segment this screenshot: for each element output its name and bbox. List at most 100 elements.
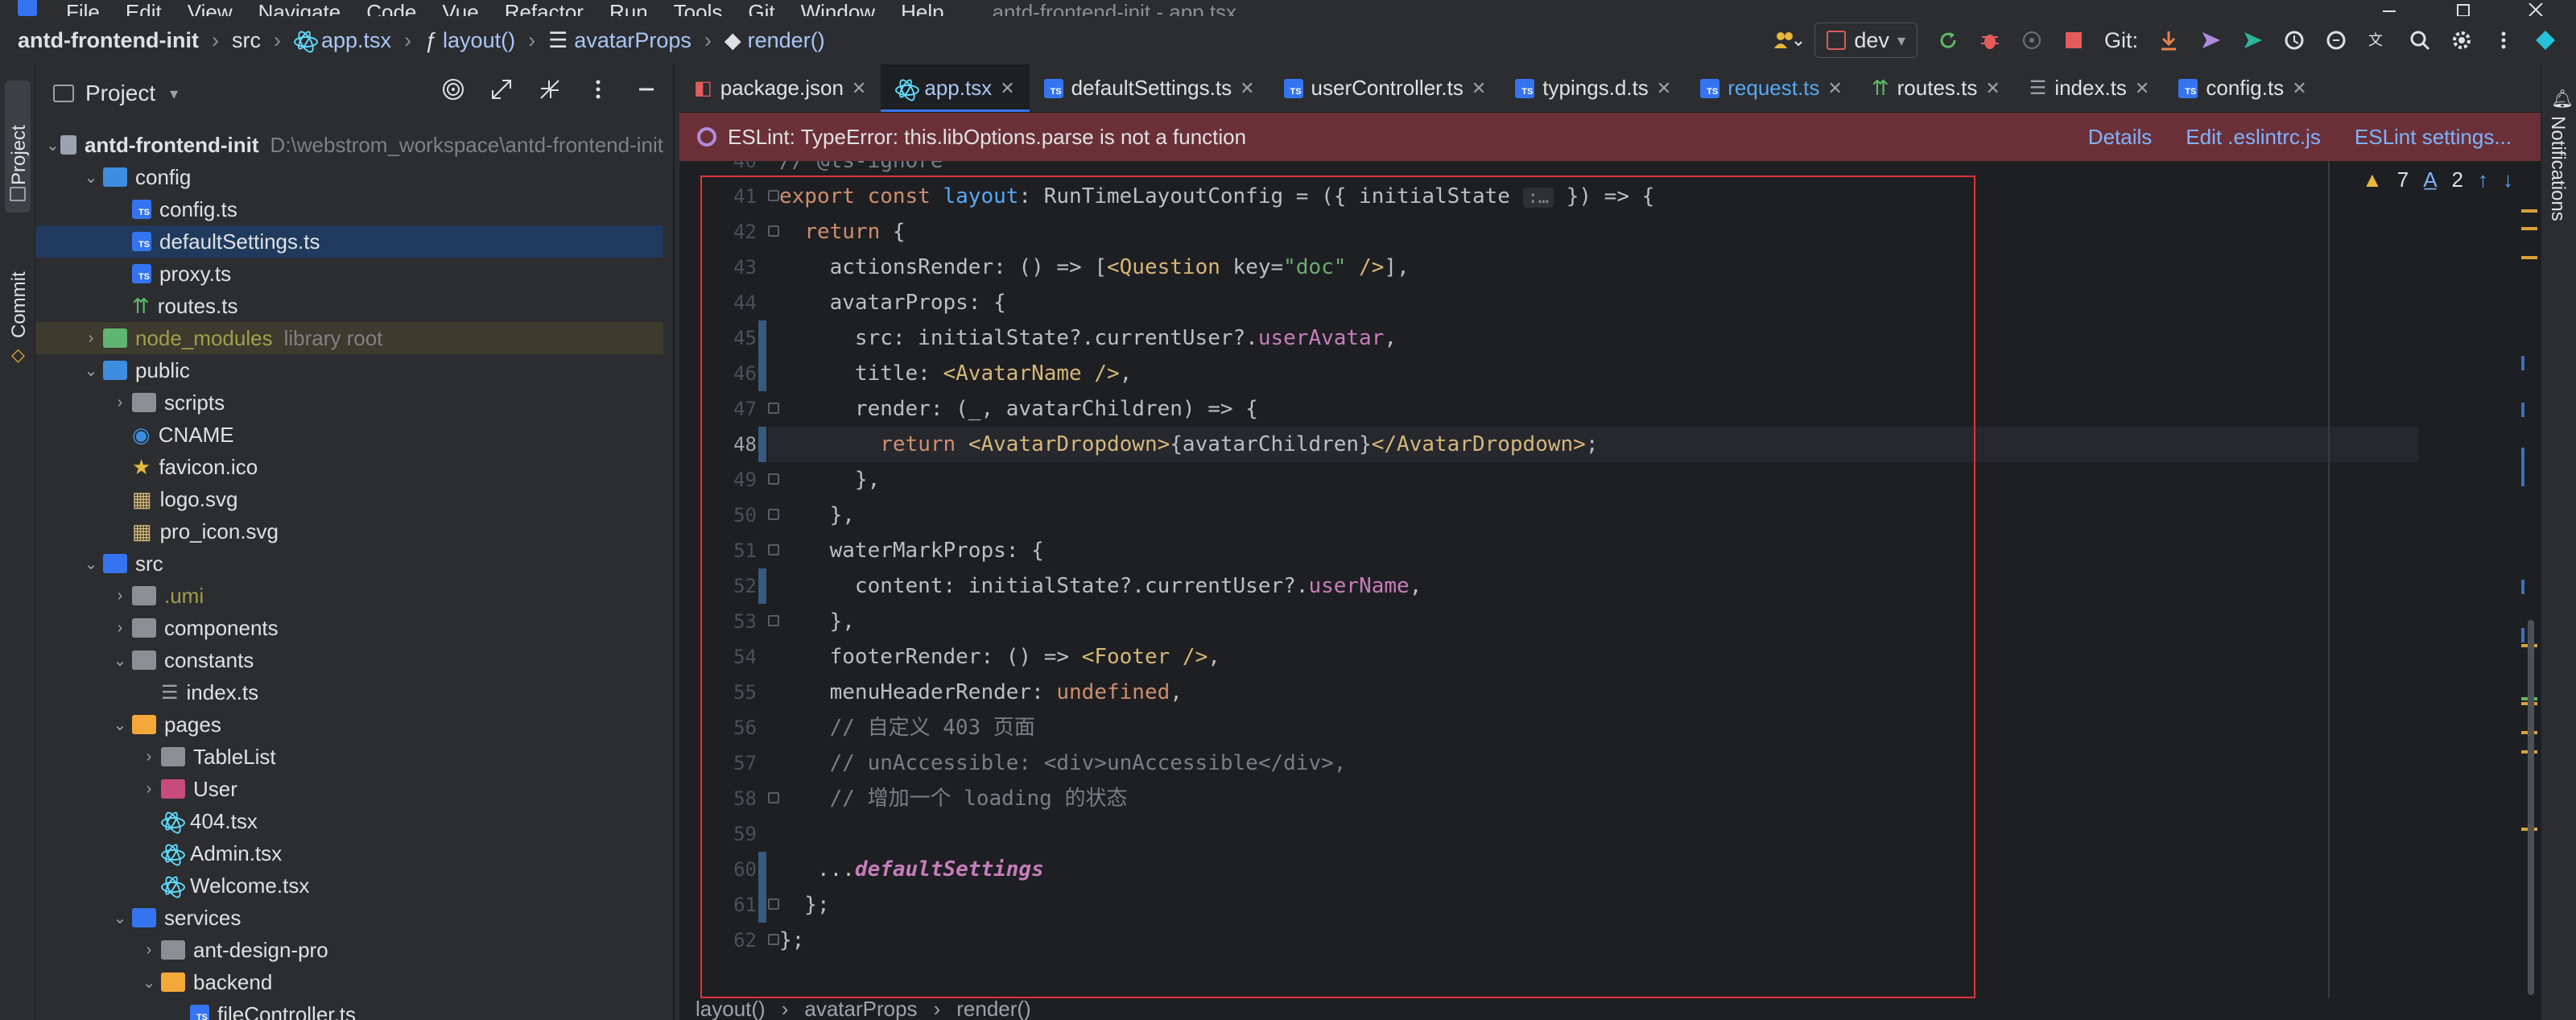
menu-vue[interactable]: Vue bbox=[442, 0, 478, 16]
menu-run[interactable]: Run bbox=[609, 0, 648, 16]
locate-file-icon[interactable] bbox=[441, 77, 465, 107]
notifications-label[interactable]: Notifications bbox=[2546, 116, 2569, 221]
search-icon[interactable] bbox=[2409, 29, 2431, 52]
nav-crumb-layout[interactable]: ƒ layout() bbox=[424, 28, 515, 53]
chevron-down-icon[interactable]: ▾ bbox=[170, 84, 178, 104]
menu-edit[interactable]: Edit bbox=[126, 0, 162, 16]
nav-crumb-src[interactable]: src bbox=[232, 28, 261, 53]
chevron-right-icon[interactable]: › bbox=[137, 748, 161, 766]
tree-item[interactable]: ⌄ pages bbox=[35, 708, 663, 741]
ai-assistant-icon[interactable] bbox=[2534, 29, 2557, 52]
editor-tab[interactable]: ◧ package.json ✕ bbox=[679, 64, 881, 112]
git-push-icon[interactable] bbox=[2241, 29, 2264, 52]
tree-item[interactable]: ⌄ antd-frontend-init D:\webstrom_workspace… bbox=[35, 129, 663, 161]
nav-crumb-avatarprops[interactable]: ☰ avatarProps bbox=[548, 28, 691, 53]
chevron-down-icon[interactable]: ⌄ bbox=[79, 361, 103, 381]
editor-tab[interactable]: TS config.ts ✕ bbox=[2164, 64, 2321, 112]
nav-crumb-render[interactable]: ◆ render() bbox=[724, 28, 825, 53]
editor-tab[interactable]: ☰ index.ts ✕ bbox=[2015, 64, 2165, 112]
close-tab-icon[interactable]: ✕ bbox=[1472, 78, 1486, 99]
hide-panel-icon[interactable] bbox=[634, 77, 658, 107]
chevron-down-icon[interactable]: ⌄ bbox=[45, 135, 61, 155]
breadcrumb-layout[interactable]: layout() bbox=[696, 998, 766, 1020]
menu-git[interactable]: Git bbox=[748, 0, 774, 16]
rerun-icon[interactable] bbox=[1937, 29, 1959, 52]
restore-button[interactable] bbox=[2447, 0, 2479, 16]
git-history-icon[interactable] bbox=[2283, 29, 2306, 52]
tree-item[interactable]: › User bbox=[35, 773, 663, 805]
chevron-right-icon[interactable]: › bbox=[108, 394, 132, 412]
breadcrumb-avatarprops[interactable]: avatarProps bbox=[804, 998, 917, 1020]
close-tab-icon[interactable]: ✕ bbox=[2292, 78, 2306, 99]
nav-project-name[interactable]: antd-frontend-init bbox=[18, 28, 199, 53]
tree-item[interactable]: ▦ pro_icon.svg bbox=[35, 515, 663, 547]
tree-item[interactable]: › ant-design-pro bbox=[35, 934, 663, 966]
editor-tab[interactable]: TS userController.ts ✕ bbox=[1269, 64, 1501, 112]
menu-file[interactable]: File bbox=[66, 0, 100, 16]
git-rollback-icon[interactable] bbox=[2325, 29, 2347, 52]
close-tab-icon[interactable]: ✕ bbox=[1827, 78, 1842, 99]
editor-tab[interactable]: TS defaultSettings.ts ✕ bbox=[1030, 64, 1269, 112]
tree-item[interactable]: 404.tsx bbox=[35, 805, 663, 837]
inspection-widget[interactable]: ▲ 7 A̲ 2 ↑ ↓ bbox=[2362, 167, 2513, 192]
menu-tools[interactable]: Tools bbox=[674, 0, 723, 16]
menu-window[interactable]: Window bbox=[801, 0, 875, 16]
project-tool-button[interactable]: Project bbox=[5, 81, 31, 213]
chevron-down-icon[interactable]: ⌄ bbox=[137, 973, 161, 993]
tree-item[interactable]: › .umi bbox=[35, 580, 663, 612]
tree-item[interactable]: › scripts bbox=[35, 386, 663, 419]
menu-navigate[interactable]: Navigate bbox=[258, 0, 341, 16]
chevron-right-icon[interactable]: › bbox=[108, 587, 132, 605]
tree-item[interactable]: › node_modules library root bbox=[35, 322, 663, 354]
stop-icon[interactable] bbox=[2062, 29, 2085, 52]
chevron-right-icon[interactable]: › bbox=[79, 329, 103, 348]
tree-item[interactable]: ⌄ backend bbox=[35, 966, 663, 998]
tree-item[interactable]: TS proxy.ts bbox=[35, 258, 663, 290]
tree-item[interactable]: › components bbox=[35, 612, 663, 644]
tree-item[interactable]: ☰ index.ts bbox=[35, 676, 663, 708]
tree-item[interactable]: ⌄ config bbox=[35, 161, 663, 193]
close-tab-icon[interactable]: ✕ bbox=[2135, 78, 2149, 99]
close-tab-icon[interactable]: ✕ bbox=[1985, 78, 2000, 99]
options-icon[interactable] bbox=[586, 77, 610, 107]
git-commit-icon[interactable] bbox=[2199, 29, 2222, 52]
close-tab-icon[interactable]: ✕ bbox=[852, 78, 866, 99]
close-tab-icon[interactable]: ✕ bbox=[1657, 78, 1671, 99]
tree-item[interactable]: ⌄ src bbox=[35, 547, 663, 580]
chevron-down-icon[interactable]: ⌄ bbox=[79, 167, 103, 188]
eslint-details-link[interactable]: Details bbox=[2088, 125, 2152, 150]
nav-crumb-app-tsx[interactable]: app.tsx bbox=[293, 28, 391, 53]
menu-view[interactable]: View bbox=[188, 0, 233, 16]
breadcrumb-render[interactable]: render() bbox=[956, 998, 1030, 1020]
tree-item[interactable]: › TableList bbox=[35, 741, 663, 773]
tree-item[interactable]: TS defaultSettings.ts bbox=[35, 225, 663, 258]
line-number[interactable]: 40 bbox=[679, 161, 757, 172]
editor-tab[interactable]: TS request.ts ✕ bbox=[1686, 64, 1857, 112]
tree-item[interactable]: TS fileController.ts bbox=[35, 998, 663, 1020]
chevron-right-icon[interactable]: › bbox=[137, 780, 161, 799]
collapse-all-icon[interactable] bbox=[538, 77, 562, 107]
tree-item[interactable]: TS config.ts bbox=[35, 193, 663, 225]
menu-help[interactable]: Help bbox=[901, 0, 943, 16]
run-config-selector[interactable]: dev ▾ bbox=[1814, 23, 1918, 58]
chevron-right-icon[interactable]: › bbox=[108, 619, 132, 638]
editor-tab[interactable]: app.tsx ✕ bbox=[881, 64, 1030, 112]
tree-item[interactable]: Admin.tsx bbox=[35, 837, 663, 869]
debug-icon[interactable] bbox=[1979, 29, 2001, 52]
tree-item[interactable]: Welcome.tsx bbox=[35, 869, 663, 902]
close-window-button[interactable] bbox=[2520, 0, 2552, 16]
profiler-icon[interactable] bbox=[2021, 29, 2043, 52]
project-panel-title[interactable]: Project bbox=[85, 81, 155, 106]
tree-item[interactable]: ⌄ constants bbox=[35, 644, 663, 676]
tree-item[interactable]: ⌄ public bbox=[35, 354, 663, 386]
tree-item[interactable]: ⌄ services bbox=[35, 902, 663, 934]
minimize-button[interactable] bbox=[2373, 0, 2405, 16]
code-with-me-icon[interactable] bbox=[1773, 29, 1803, 52]
translate-icon[interactable]: 文 bbox=[2367, 29, 2389, 52]
commit-tool-button[interactable]: Commit ◇ bbox=[5, 242, 31, 370]
chevron-down-icon[interactable]: ⌄ bbox=[108, 908, 132, 928]
editor-tab[interactable]: TS typings.d.ts ✕ bbox=[1501, 64, 1686, 112]
tree-item[interactable]: ▦ logo.svg bbox=[35, 483, 663, 515]
previous-highlight-icon[interactable]: ↑ bbox=[2478, 167, 2488, 192]
bell-icon[interactable]: 🔔︎ bbox=[2551, 89, 2574, 109]
